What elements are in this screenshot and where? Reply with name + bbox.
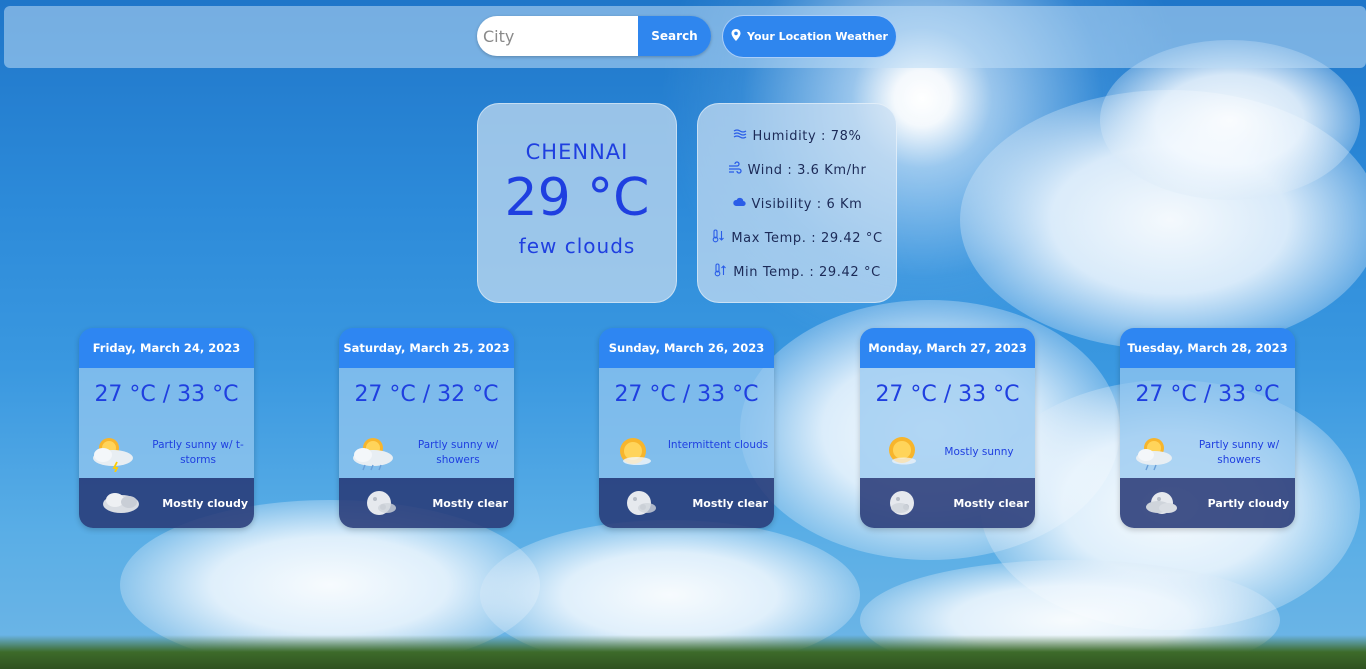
city-search-input[interactable]	[477, 16, 638, 56]
forecast-night-text: Mostly cloudy	[162, 496, 248, 510]
mostly-cloudy-night-icon	[103, 493, 139, 513]
partly-sunny-showers-icon	[353, 438, 393, 471]
forecast-night-section: Partly cloudy	[1120, 478, 1295, 528]
forecast-temp-range: 27 °C / 33 °C	[1135, 382, 1280, 407]
forecast-date: Tuesday, March 28, 2023	[1120, 328, 1295, 368]
forecast-night-section: Mostly clear	[860, 478, 1035, 528]
current-weather-card: CHENNAI 29 °C few clouds	[477, 103, 677, 303]
cloud-icon	[732, 195, 746, 213]
forecast-day-text: Partly sunny w/ t-storms	[152, 439, 244, 466]
map-pin-icon	[731, 29, 741, 44]
visibility-row: Visibility : 6 Km	[698, 187, 896, 221]
forecast-night-text: Mostly clear	[953, 496, 1029, 510]
partly-sunny-storm-icon	[93, 438, 133, 472]
wind-icon	[728, 161, 742, 179]
forecast-card: Friday, March 24, 2023 27 °C / 33 °C Par…	[79, 328, 254, 528]
forecast-day-section: 27 °C / 33 °C Partly sunny w/ t-storms	[79, 368, 254, 478]
partly-sunny-showers-icon	[1136, 438, 1172, 471]
forecast-card: Saturday, March 25, 2023 27 °C / 32 °C P…	[339, 328, 514, 528]
forecast-date: Monday, March 27, 2023	[860, 328, 1035, 368]
forecast-night-section: Mostly clear	[599, 478, 774, 528]
forecast-card: Tuesday, March 28, 2023 27 °C / 33 °C Pa…	[1120, 328, 1295, 528]
thermometer-down-icon	[711, 229, 725, 247]
forecast-day-text: Partly sunny w/ showers	[1198, 439, 1280, 466]
current-temperature: 29 °C	[504, 168, 650, 228]
forecast-date: Friday, March 24, 2023	[79, 328, 254, 368]
location-weather-label: Your Location Weather	[747, 30, 888, 43]
forecast-day-section: 27 °C / 33 °C Mostly sunny	[860, 368, 1035, 478]
forecast-card: Monday, March 27, 2023 27 °C / 33 °C Mos…	[860, 328, 1035, 528]
min-temp-row: Min Temp. : 29.42 °C	[698, 255, 896, 289]
weather-description: few clouds	[518, 234, 636, 258]
partly-cloudy-night-icon	[1146, 492, 1177, 514]
forecast-temp-range: 27 °C / 32 °C	[354, 382, 499, 407]
humidity-text: Humidity : 78%	[752, 128, 862, 144]
clear-night-icon	[890, 491, 914, 515]
thermometer-up-icon	[713, 263, 727, 281]
forecast-night-section: Mostly clear	[339, 478, 514, 528]
location-weather-button[interactable]: Your Location Weather	[722, 15, 897, 58]
forecast-day-section: 27 °C / 32 °C Partly sunny w/ showers	[339, 368, 514, 478]
forecast-day-text: Intermittent clouds	[667, 439, 769, 451]
city-name: CHENNAI	[525, 140, 629, 164]
max-temp-row: Max Temp. : 29.42 °C	[698, 221, 896, 255]
wind-text: Wind : 3.6 Km/hr	[747, 162, 867, 178]
min-temp-text: Min Temp. : 29.42 °C	[733, 264, 881, 280]
forecast-night-text: Mostly clear	[692, 496, 768, 510]
forecast-date: Sunday, March 26, 2023	[599, 328, 774, 368]
intermittent-clouds-icon	[620, 438, 651, 465]
weather-details-card: Humidity : 78% Wind : 3.6 Km/hr Visibili…	[697, 103, 897, 303]
forecast-temp-range: 27 °C / 33 °C	[614, 382, 759, 407]
search-button[interactable]: Search	[638, 16, 711, 56]
clear-night-icon	[627, 491, 656, 515]
forecast-date: Saturday, March 25, 2023	[339, 328, 514, 368]
forecast-day-text: Mostly sunny	[944, 446, 1014, 458]
humidity-icon	[733, 127, 747, 145]
forecast-day-text: Partly sunny w/ showers	[417, 439, 499, 466]
visibility-text: Visibility : 6 Km	[751, 196, 863, 212]
forecast-day-section: 27 °C / 33 °C Partly sunny w/ showers	[1120, 368, 1295, 478]
forecast-night-text: Partly cloudy	[1207, 496, 1289, 510]
search-bar: Search	[477, 16, 711, 56]
forecast-night-section: Mostly cloudy	[79, 478, 254, 528]
forecast-day-section: 27 °C / 33 °C Intermittent clouds	[599, 368, 774, 478]
wind-row: Wind : 3.6 Km/hr	[698, 153, 896, 187]
forecast-temp-range: 27 °C / 33 °C	[94, 382, 239, 407]
forecast-night-text: Mostly clear	[432, 496, 508, 510]
forecast-temp-range: 27 °C / 33 °C	[875, 382, 1020, 407]
mostly-sunny-icon	[889, 437, 916, 465]
humidity-row: Humidity : 78%	[698, 119, 896, 153]
forecast-card: Sunday, March 26, 2023 27 °C / 33 °C Int…	[599, 328, 774, 528]
clear-night-icon	[367, 491, 396, 515]
max-temp-text: Max Temp. : 29.42 °C	[731, 230, 883, 246]
